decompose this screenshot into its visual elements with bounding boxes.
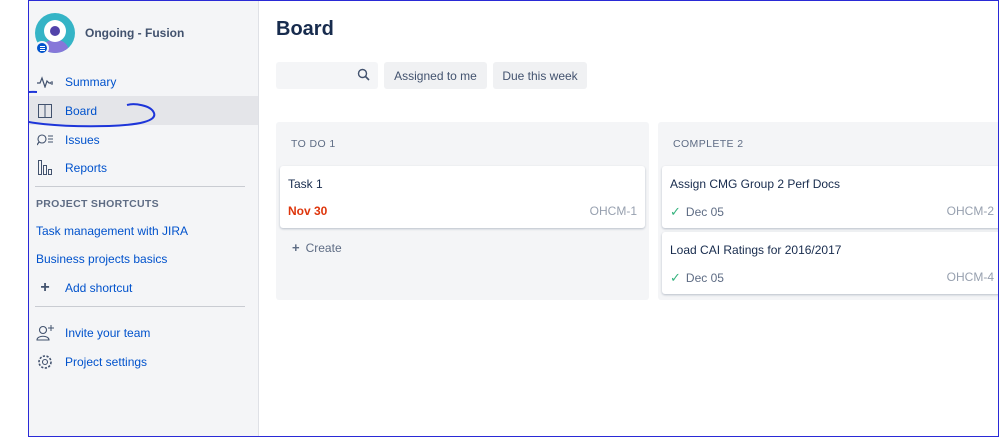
sidebar-item-label: Reports [65,160,108,175]
sidebar-item-label: Board [65,103,98,118]
project-settings-button[interactable]: Project settings [29,347,258,376]
column-complete: COMPLETE 2 Assign CMG Group 2 Perf Docs … [658,122,998,300]
board-columns-icon [35,103,55,118]
sidebar-item-issues[interactable]: Issues [29,125,258,154]
gear-icon [35,354,55,370]
plus-icon: + [292,240,300,255]
project-header[interactable]: Ongoing - Fusion [35,13,255,55]
card-due-date: ✓ Dec 05 [670,204,724,219]
shortcut-label: Task management with JIRA [36,223,189,238]
sidebar-item-label: Project settings [65,354,148,369]
sidebar-item-reports[interactable]: Reports [29,153,258,182]
sidebar-item-label: Invite your team [65,325,151,340]
sidebar-item-board[interactable]: Board [29,96,258,125]
column-title: COMPLETE 2 [673,138,744,150]
sidebar-item-label: Summary [65,74,117,89]
card-issue-key[interactable]: OHCM-2 [947,204,994,218]
board-main: Board Assigned to me Due this week TO DO… [259,1,998,436]
project-name: Ongoing - Fusion [85,26,185,40]
page-title: Board [276,18,334,40]
invite-team-button[interactable]: Invite your team [29,318,258,347]
bar-chart-icon [35,160,55,175]
card-due-date: Nov 30 [288,204,328,218]
shortcut-label: Business projects basics [36,251,168,266]
sidebar-item-label: Issues [65,132,100,147]
card-title: Task 1 [288,177,323,191]
filter-assigned-to-me[interactable]: Assigned to me [384,62,487,89]
sidebar-divider [35,306,245,307]
add-person-icon [35,324,55,341]
column-todo: TO DO 1 Task 1 Nov 30 OHCM-1 + Create [276,122,649,300]
shortcuts-heading: PROJECT SHORTCUTS [36,198,159,210]
card-title: Load CAI Ratings for 2016/2017 [670,243,842,257]
create-issue-button[interactable]: + Create [292,240,342,255]
search-icon [357,68,370,86]
card-due-date: ✓ Dec 05 [670,270,724,285]
plus-icon: + [40,278,50,296]
pulse-icon [35,75,55,88]
shortcut-business-projects[interactable]: Business projects basics [29,244,258,273]
check-icon: ✓ [670,204,681,219]
app-window: Ongoing - Fusion Summary Board Issues Re [28,0,999,437]
card-issue-key[interactable]: OHCM-4 [947,270,994,284]
project-sidebar: Ongoing - Fusion Summary Board Issues Re [29,1,259,436]
sidebar-item-summary[interactable]: Summary [29,67,258,96]
add-shortcut-button[interactable]: + Add shortcut [29,273,258,302]
issues-search-icon [35,133,55,146]
project-type-badge-icon [35,41,49,55]
sidebar-divider [35,186,245,187]
column-title: TO DO 1 [291,138,336,150]
issue-card[interactable]: Task 1 Nov 30 OHCM-1 [280,166,645,228]
create-label: Create [305,240,342,255]
add-shortcut-label: Add shortcut [65,280,133,295]
issue-card[interactable]: Assign CMG Group 2 Perf Docs ✓ Dec 05 OH… [662,166,998,228]
card-issue-key[interactable]: OHCM-1 [590,204,637,218]
shortcut-task-management[interactable]: Task management with JIRA [29,216,258,245]
issue-card[interactable]: Load CAI Ratings for 2016/2017 ✓ Dec 05 … [662,232,998,294]
board-search-input[interactable] [276,62,378,89]
card-title: Assign CMG Group 2 Perf Docs [670,177,841,191]
check-icon: ✓ [670,270,681,285]
filter-due-this-week[interactable]: Due this week [493,62,587,89]
